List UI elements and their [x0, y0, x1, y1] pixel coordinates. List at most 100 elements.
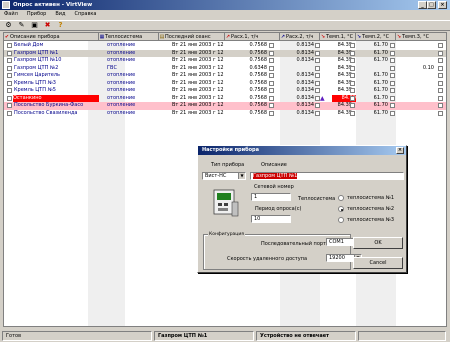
- value-checkbox[interactable]: [315, 73, 320, 78]
- row-checkbox[interactable]: [7, 88, 12, 93]
- value-checkbox[interactable]: [269, 58, 274, 63]
- col-header-desc[interactable]: ✔Описание прибора: [4, 33, 99, 41]
- value-checkbox[interactable]: [390, 110, 395, 116]
- value-checkbox[interactable]: [269, 95, 274, 101]
- menu-help[interactable]: Справка: [74, 10, 96, 19]
- tools-icon[interactable]: ✎: [17, 21, 26, 30]
- value-checkbox[interactable]: [269, 73, 274, 78]
- radio-system-3[interactable]: [338, 217, 344, 223]
- value-checkbox[interactable]: [390, 88, 395, 93]
- period-field[interactable]: 10: [251, 215, 291, 223]
- cell-f2: 0.8134: [296, 87, 315, 93]
- col-header-temp2[interactable]: ↘Темп.2, °С: [356, 33, 396, 41]
- row-checkbox[interactable]: [7, 110, 12, 116]
- row-checkbox[interactable]: [7, 73, 12, 78]
- value-checkbox[interactable]: [269, 80, 274, 86]
- settings-icon[interactable]: ⚙: [4, 21, 13, 30]
- value-checkbox[interactable]: [350, 58, 355, 63]
- value-checkbox[interactable]: [390, 58, 395, 63]
- col-header-system[interactable]: ▦Теплосистема: [99, 33, 159, 41]
- col-header-flow1[interactable]: ↗Расх.1, т/ч: [225, 33, 280, 41]
- maximize-button[interactable]: □: [427, 1, 436, 9]
- ok-button[interactable]: OK: [353, 237, 403, 249]
- value-checkbox[interactable]: [315, 110, 320, 116]
- close-button[interactable]: ×: [438, 1, 447, 9]
- dialog-close-button[interactable]: ×: [396, 147, 404, 154]
- radio-system-2[interactable]: [338, 206, 344, 212]
- row-checkbox[interactable]: [7, 65, 12, 71]
- col-header-last[interactable]: ▤Последний сеанс: [159, 33, 225, 41]
- value-checkbox[interactable]: [438, 73, 443, 78]
- value-checkbox[interactable]: [438, 65, 443, 71]
- value-checkbox[interactable]: [438, 43, 443, 48]
- save-icon[interactable]: ▣: [30, 21, 39, 30]
- row-checkbox[interactable]: [7, 80, 12, 86]
- value-checkbox[interactable]: [350, 43, 355, 48]
- value-checkbox[interactable]: [350, 110, 355, 116]
- table-row[interactable]: Посольство Буркина-Фасо отопление Вт 21 ян…: [4, 102, 446, 110]
- table-row[interactable]: Кремль ЦТП №3 отопление Вт 21 янв 2003 г 1…: [4, 80, 446, 88]
- value-checkbox[interactable]: [350, 95, 355, 101]
- value-checkbox[interactable]: [269, 50, 274, 56]
- row-checkbox[interactable]: [7, 43, 12, 48]
- value-checkbox[interactable]: [350, 103, 355, 108]
- col-header-temp1[interactable]: ↘Темп.1, °С: [320, 33, 356, 41]
- serial-field[interactable]: 1: [251, 193, 291, 201]
- value-checkbox[interactable]: [350, 65, 355, 71]
- cancel-button[interactable]: Cancel: [353, 257, 403, 269]
- description-field[interactable]: Газпром ЦТП №1: [250, 172, 404, 180]
- col-header-flow2[interactable]: ↗Расх.2, т/ч: [280, 33, 320, 41]
- value-checkbox[interactable]: [438, 103, 443, 108]
- value-checkbox[interactable]: [315, 103, 320, 108]
- table-row[interactable]: Останкино отопление Вт 21 янв 2003 г 12:43…: [4, 94, 446, 102]
- table-row[interactable]: Газпром ЦТП №10 отопление Вт 21 янв 2003 г…: [4, 57, 446, 65]
- menu-file[interactable]: Файл: [4, 10, 18, 19]
- value-checkbox[interactable]: [315, 80, 320, 86]
- col-header-temp3[interactable]: ↘Темп.3, °С: [396, 33, 446, 41]
- radio-system-1[interactable]: [338, 195, 344, 201]
- value-checkbox[interactable]: [350, 50, 355, 56]
- value-checkbox[interactable]: [269, 103, 274, 108]
- value-checkbox[interactable]: [438, 110, 443, 116]
- type-select[interactable]: Вист-НС ▼: [202, 172, 246, 180]
- value-checkbox[interactable]: [269, 88, 274, 93]
- value-checkbox[interactable]: [269, 65, 274, 71]
- value-checkbox[interactable]: [315, 43, 320, 48]
- value-checkbox[interactable]: [438, 88, 443, 93]
- value-checkbox[interactable]: [390, 65, 395, 71]
- value-checkbox[interactable]: [350, 80, 355, 86]
- value-checkbox[interactable]: [350, 88, 355, 93]
- row-checkbox[interactable]: [7, 95, 12, 101]
- table-row[interactable]: Кремль ЦТП №5 отопление Вт 21 янв 2003 г 1…: [4, 87, 446, 95]
- minimize-button[interactable]: _: [418, 1, 427, 9]
- delete-icon[interactable]: ✖: [43, 21, 52, 30]
- value-checkbox[interactable]: [438, 58, 443, 63]
- menu-device[interactable]: Прибор: [27, 10, 47, 19]
- value-checkbox[interactable]: [390, 43, 395, 48]
- table-row[interactable]: Гимсея Царитель отопление Вт 21 янв 2003 г…: [4, 72, 446, 80]
- value-checkbox[interactable]: [438, 50, 443, 56]
- value-checkbox[interactable]: [390, 103, 395, 108]
- help-icon[interactable]: ?: [56, 21, 65, 30]
- value-checkbox[interactable]: [390, 80, 395, 86]
- value-checkbox[interactable]: [315, 65, 320, 71]
- value-checkbox[interactable]: [315, 50, 320, 56]
- table-row[interactable]: Газпром ЦТП №1 отопление Вт 21 янв 2003 г …: [4, 49, 446, 57]
- row-checkbox[interactable]: [7, 58, 12, 63]
- value-checkbox[interactable]: [390, 73, 395, 78]
- value-checkbox[interactable]: [269, 43, 274, 48]
- row-checkbox[interactable]: [7, 103, 12, 108]
- value-checkbox[interactable]: [438, 80, 443, 86]
- table-row[interactable]: Белый Дом отопление Вт 21 янв 2003 г 12:43…: [4, 42, 446, 50]
- value-checkbox[interactable]: [315, 58, 320, 63]
- menu-view[interactable]: Вид: [55, 10, 65, 19]
- value-checkbox[interactable]: [438, 95, 443, 101]
- value-checkbox[interactable]: [315, 88, 320, 93]
- value-checkbox[interactable]: [350, 73, 355, 78]
- value-checkbox[interactable]: [390, 50, 395, 56]
- table-row[interactable]: Посольство Свазиленда отопление Вт 21 янв …: [4, 110, 446, 118]
- table-row[interactable]: Газпром ЦТП №2 ГВС Вт 21 янв 2003 г 12:43:…: [4, 65, 446, 73]
- value-checkbox[interactable]: [390, 95, 395, 101]
- row-checkbox[interactable]: [7, 50, 12, 56]
- value-checkbox[interactable]: [269, 110, 274, 116]
